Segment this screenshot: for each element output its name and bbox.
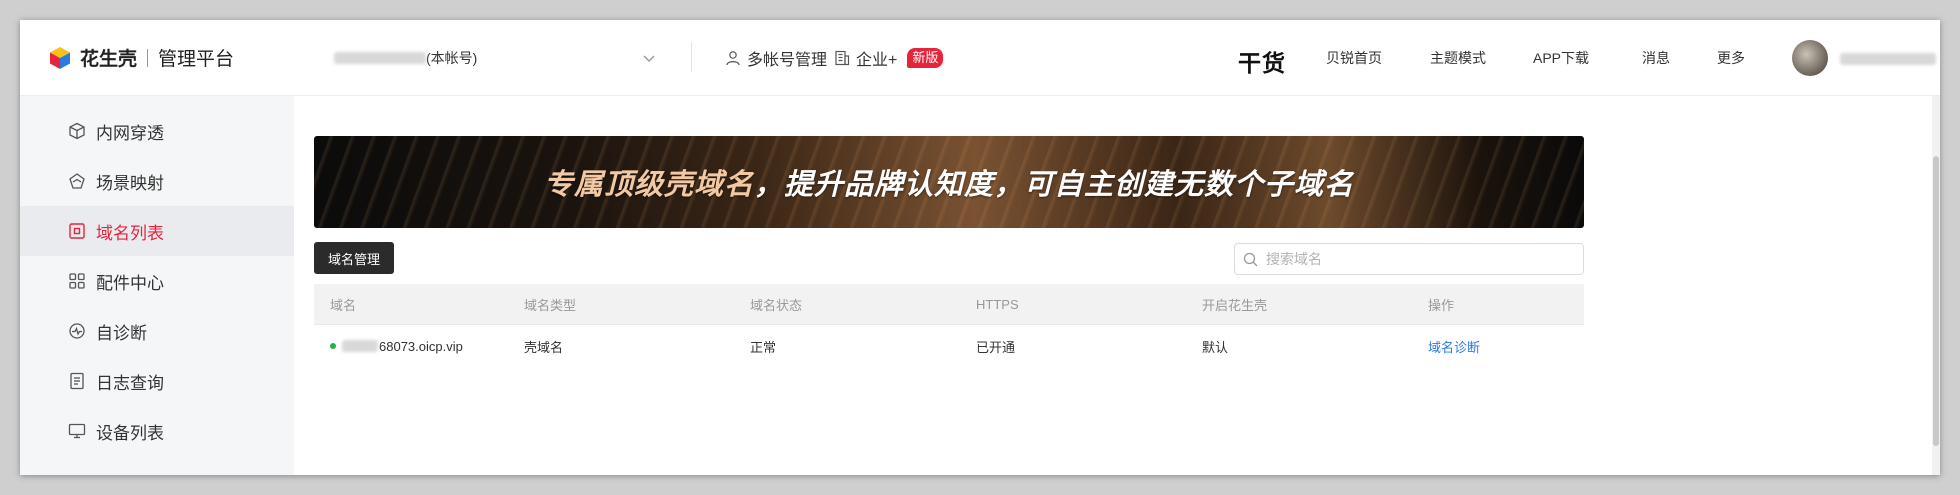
user-icon: [726, 50, 740, 65]
grid-icon: [69, 273, 85, 289]
enabled-cell: 默认: [1202, 339, 1229, 355]
brand-divider: [147, 48, 149, 67]
sidebar-item-device-list[interactable]: 设备列表: [20, 406, 294, 456]
multi-account-label: 多帐号管理: [747, 51, 828, 69]
sidebar: 花生壳 管理平台 内网穿透 场景映射 域名列表 配件中心 自诊断 日志查询 设备…: [20, 20, 295, 475]
logo-icon: [50, 46, 70, 69]
status-dot: [330, 343, 336, 349]
domain-table: 域名 域名类型 域名状态 HTTPS 开启花生壳 操作 68073.oicp.v…: [314, 284, 1584, 367]
sidebar-nav: 内网穿透 场景映射 域名列表 配件中心 自诊断 日志查询 设备列表: [20, 96, 294, 456]
banner-rest: ，提升品牌认知度，可自主创建无数个子域名: [754, 169, 1355, 201]
actions-cell: 域名诊断: [1428, 337, 1584, 356]
promo-banner[interactable]: 专属顶级壳域名 ，提升品牌认知度，可自主创建无数个子域名: [314, 136, 1584, 228]
app-window: 花生壳 管理平台 内网穿透 场景映射 域名列表 配件中心 自诊断 日志查询 设备…: [20, 20, 1940, 475]
log-icon: [70, 372, 84, 390]
col-actions: 操作: [1428, 297, 1455, 313]
cube-icon: [69, 122, 85, 140]
building-icon: [835, 50, 850, 65]
menu-app-download[interactable]: APP下载: [1533, 20, 1589, 95]
search-box[interactable]: [1234, 243, 1584, 275]
domain-manage-button[interactable]: 域名管理: [314, 242, 394, 274]
main-content: 专属顶级壳域名，提升品牌认知度，可自主创建无数个子域名 域名管理 域名 域名类型…: [294, 96, 1940, 475]
banner-text: 专属顶级壳域名 ，提升品牌认知度，可自主创建无数个子域名: [314, 136, 1584, 228]
domain-suffix: 68073.oicp.vip: [379, 338, 463, 354]
domain-type-cell: 壳域名: [524, 339, 564, 355]
sidebar-item-label: 日志查询: [96, 373, 164, 393]
brand-subtitle: 管理平台: [158, 49, 235, 70]
enterprise-label: 企业+: [856, 51, 898, 69]
account-id-redacted: [334, 51, 426, 64]
menu-theme[interactable]: 主题模式: [1430, 20, 1486, 95]
sidebar-item-self-diagnose[interactable]: 自诊断: [20, 306, 294, 356]
sidebar-item-label: 自诊断: [96, 323, 147, 343]
sidebar-item-scene[interactable]: 场景映射: [20, 156, 294, 206]
sidebar-item-intranet[interactable]: 内网穿透: [20, 106, 294, 156]
topbar: (本帐号) 多帐号管理 企业+ 新版 干货 贝锐首页 主题模式 APP下载 消息…: [294, 20, 1940, 96]
sidebar-item-label: 内网穿透: [96, 123, 164, 143]
col-domain-status: 域名状态: [750, 297, 803, 313]
avatar[interactable]: [1792, 40, 1828, 76]
sidebar-item-label: 域名列表: [96, 223, 164, 243]
sidebar-item-label: 设备列表: [96, 423, 164, 443]
diagnose-icon: [69, 323, 85, 339]
menu-home[interactable]: 贝锐首页: [1326, 20, 1382, 95]
search-input[interactable]: [1264, 250, 1568, 268]
user-name-redacted[interactable]: [1840, 53, 1936, 65]
sidebar-item-label: 场景映射: [96, 173, 164, 193]
search-icon: [1243, 252, 1258, 266]
sidebar-item-label: 配件中心: [96, 273, 164, 293]
ganhuo-link[interactable]: 干货: [1238, 44, 1286, 78]
account-suffix: (本帐号): [426, 49, 478, 66]
table-row: 68073.oicp.vip 壳域名 正常 已开通 默认 域名诊断: [314, 324, 1584, 367]
enterprise-link[interactable]: 企业+ 新版: [834, 20, 944, 95]
col-https: HTTPS: [976, 296, 1019, 312]
topbar-divider: [691, 42, 692, 72]
domain-diagnose-link[interactable]: 域名诊断: [1428, 340, 1480, 355]
domain-icon: [69, 223, 85, 239]
brand-name: 花生壳: [80, 49, 138, 70]
col-domain: 域名: [330, 297, 357, 313]
scene-icon: [69, 173, 85, 189]
new-badge: 新版: [907, 47, 944, 68]
domain-status-cell: 正常: [750, 339, 777, 355]
banner-highlight: 专属顶级壳域名: [543, 169, 754, 201]
menu-more[interactable]: 更多: [1717, 20, 1745, 95]
col-domain-type: 域名类型: [524, 297, 577, 313]
sidebar-item-accessories[interactable]: 配件中心: [20, 256, 294, 306]
multi-account-link[interactable]: 多帐号管理: [725, 20, 827, 95]
sidebar-item-domain-list[interactable]: 域名列表: [20, 206, 294, 256]
sidebar-item-log-query[interactable]: 日志查询: [20, 356, 294, 406]
account-selector[interactable]: (本帐号): [334, 20, 477, 95]
table-header: 域名 域名类型 域名状态 HTTPS 开启花生壳 操作: [314, 284, 1584, 324]
monitor-icon: [68, 423, 86, 439]
menu-messages[interactable]: 消息: [1642, 20, 1670, 95]
brand[interactable]: 花生壳 管理平台: [20, 20, 294, 96]
col-enabled: 开启花生壳: [1202, 297, 1268, 313]
chevron-down-icon[interactable]: [639, 48, 659, 68]
domain-prefix-redacted: [342, 340, 378, 352]
scrollbar-thumb[interactable]: [1933, 156, 1939, 446]
scrollbar[interactable]: [1932, 96, 1940, 475]
domain-cell: 68073.oicp.vip: [314, 339, 524, 354]
https-cell: 已开通: [976, 339, 1016, 355]
